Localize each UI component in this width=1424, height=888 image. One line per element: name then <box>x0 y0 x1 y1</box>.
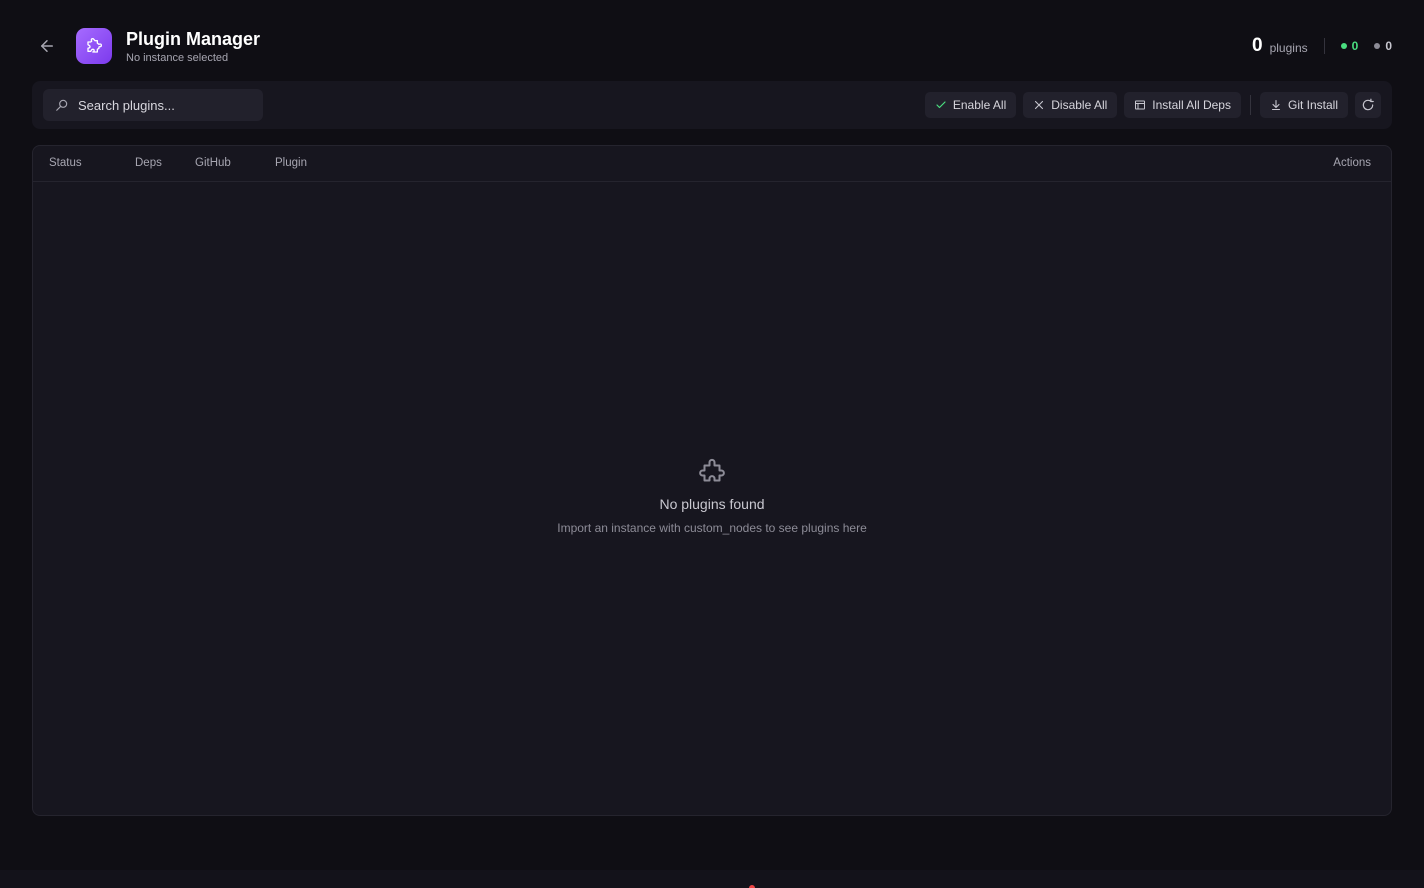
x-icon <box>1035 100 1044 110</box>
enabled-dot-icon <box>1340 43 1347 49</box>
arrow-left-icon <box>41 40 53 52</box>
table-header: Status Deps GitHub Plugin Actions <box>33 146 1391 182</box>
plugin-stats: 0 plugins 0 0 <box>1252 35 1392 57</box>
check-icon <box>936 101 946 109</box>
column-plugin[interactable]: Plugin <box>275 157 307 169</box>
header: Plugin Manager No instance selected 0 pl… <box>32 24 1392 68</box>
toolbar: Enable All Disable All Install All Deps … <box>32 81 1392 129</box>
git-install-button[interactable]: Git Install <box>1259 92 1348 118</box>
git-install-label: Git Install <box>1287 98 1338 112</box>
column-github[interactable]: GitHub <box>195 157 231 169</box>
search-input[interactable] <box>78 97 248 113</box>
toolbar-actions: Enable All Disable All Install All Deps … <box>918 92 1381 118</box>
empty-description: Import an instance with custom_nodes to … <box>557 521 867 535</box>
toolbar-divider <box>1249 95 1251 115</box>
disabled-dot-icon <box>1374 43 1381 49</box>
back-button[interactable] <box>32 31 62 61</box>
install-all-deps-label: Install All Deps <box>1152 98 1231 112</box>
enable-all-button[interactable]: Enable All <box>924 92 1017 118</box>
enable-all-label: Enable All <box>952 98 1007 112</box>
enabled-count: 0 <box>1340 39 1359 53</box>
stats-divider <box>1323 38 1325 54</box>
download-icon <box>1271 99 1281 111</box>
plugin-count: 0 <box>1252 35 1263 56</box>
column-actions: Actions <box>1333 157 1371 169</box>
puzzle-icon <box>87 38 102 53</box>
empty-state: No plugins found Import an instance with… <box>33 458 1391 535</box>
refresh-button[interactable] <box>1355 92 1381 118</box>
plugin-count-label: plugins <box>1269 40 1308 55</box>
disable-all-label: Disable All <box>1051 98 1108 112</box>
puzzle-icon <box>699 458 725 482</box>
column-deps[interactable]: Deps <box>135 157 162 169</box>
install-all-deps-button[interactable]: Install All Deps <box>1124 92 1241 118</box>
search-box <box>43 89 263 121</box>
bottom-bar <box>0 870 1424 888</box>
disabled-count: 0 <box>1374 39 1392 53</box>
instance-status: No instance selected <box>126 52 229 64</box>
empty-title: No plugins found <box>659 496 765 512</box>
enabled-count-value: 0 <box>1351 39 1359 53</box>
refresh-icon <box>1362 98 1374 111</box>
plugins-table: Status Deps GitHub Plugin Actions No plu… <box>32 145 1392 816</box>
app-logo <box>76 28 112 64</box>
disabled-count-value: 0 <box>1385 39 1392 53</box>
title-block: Plugin Manager No instance selected <box>126 28 260 64</box>
disable-all-button[interactable]: Disable All <box>1023 92 1118 118</box>
search-icon <box>56 99 68 111</box>
page-title: Plugin Manager <box>126 29 261 49</box>
column-status[interactable]: Status <box>49 157 82 169</box>
package-icon <box>1135 100 1146 110</box>
plugin-manager-page: Plugin Manager No instance selected 0 pl… <box>0 0 1424 888</box>
